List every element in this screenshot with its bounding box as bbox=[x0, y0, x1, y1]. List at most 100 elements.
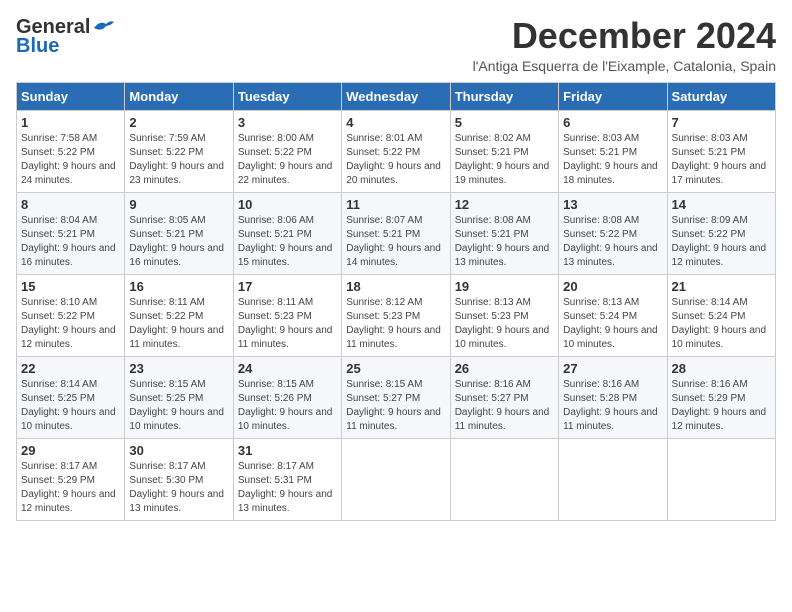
day-info: Sunrise: 8:05 AM Sunset: 5:21 PM Dayligh… bbox=[129, 214, 228, 270]
sunset-label: Sunset: 5:31 PM bbox=[238, 475, 312, 486]
month-title: December 2024 bbox=[473, 16, 776, 56]
day-info: Sunrise: 8:15 AM Sunset: 5:25 PM Dayligh… bbox=[129, 378, 228, 434]
sunrise-label: Sunrise: 8:08 AM bbox=[455, 215, 531, 226]
day-number: 3 bbox=[238, 115, 337, 130]
daylight-label: Daylight: 9 hours and 17 minutes. bbox=[672, 161, 767, 186]
daylight-label: Daylight: 9 hours and 23 minutes. bbox=[129, 161, 224, 186]
table-row: 25 Sunrise: 8:15 AM Sunset: 5:27 PM Dayl… bbox=[342, 356, 450, 438]
day-info: Sunrise: 8:16 AM Sunset: 5:28 PM Dayligh… bbox=[563, 378, 662, 434]
sunset-label: Sunset: 5:22 PM bbox=[672, 229, 746, 240]
title-block: December 2024 l'Antiga Esquerra de l'Eix… bbox=[473, 16, 776, 74]
day-info: Sunrise: 8:03 AM Sunset: 5:21 PM Dayligh… bbox=[563, 132, 662, 188]
day-info: Sunrise: 8:14 AM Sunset: 5:25 PM Dayligh… bbox=[21, 378, 120, 434]
sunrise-label: Sunrise: 8:13 AM bbox=[563, 297, 639, 308]
daylight-label: Daylight: 9 hours and 16 minutes. bbox=[21, 243, 116, 268]
sunset-label: Sunset: 5:22 PM bbox=[21, 311, 95, 322]
daylight-label: Daylight: 9 hours and 10 minutes. bbox=[672, 325, 767, 350]
col-wednesday: Wednesday bbox=[342, 82, 450, 110]
day-number: 19 bbox=[455, 279, 554, 294]
daylight-label: Daylight: 9 hours and 10 minutes. bbox=[238, 407, 333, 432]
sunset-label: Sunset: 5:24 PM bbox=[563, 311, 637, 322]
daylight-label: Daylight: 9 hours and 20 minutes. bbox=[346, 161, 441, 186]
day-number: 5 bbox=[455, 115, 554, 130]
daylight-label: Daylight: 9 hours and 13 minutes. bbox=[563, 243, 658, 268]
calendar-week-row: 22 Sunrise: 8:14 AM Sunset: 5:25 PM Dayl… bbox=[17, 356, 776, 438]
sunset-label: Sunset: 5:29 PM bbox=[21, 475, 95, 486]
table-row: 13 Sunrise: 8:08 AM Sunset: 5:22 PM Dayl… bbox=[559, 192, 667, 274]
table-row: 8 Sunrise: 8:04 AM Sunset: 5:21 PM Dayli… bbox=[17, 192, 125, 274]
calendar-table: Sunday Monday Tuesday Wednesday Thursday… bbox=[16, 82, 776, 521]
day-info: Sunrise: 8:13 AM Sunset: 5:23 PM Dayligh… bbox=[455, 296, 554, 352]
sunset-label: Sunset: 5:21 PM bbox=[455, 229, 529, 240]
day-number: 17 bbox=[238, 279, 337, 294]
calendar-week-row: 1 Sunrise: 7:58 AM Sunset: 5:22 PM Dayli… bbox=[17, 110, 776, 192]
sunset-label: Sunset: 5:21 PM bbox=[672, 147, 746, 158]
sunset-label: Sunset: 5:21 PM bbox=[563, 147, 637, 158]
daylight-label: Daylight: 9 hours and 19 minutes. bbox=[455, 161, 550, 186]
day-info: Sunrise: 8:15 AM Sunset: 5:26 PM Dayligh… bbox=[238, 378, 337, 434]
day-number: 31 bbox=[238, 443, 337, 458]
sunset-label: Sunset: 5:22 PM bbox=[238, 147, 312, 158]
table-row bbox=[450, 438, 558, 520]
sunset-label: Sunset: 5:24 PM bbox=[672, 311, 746, 322]
sunrise-label: Sunrise: 8:08 AM bbox=[563, 215, 639, 226]
sunset-label: Sunset: 5:21 PM bbox=[129, 229, 203, 240]
table-row: 15 Sunrise: 8:10 AM Sunset: 5:22 PM Dayl… bbox=[17, 274, 125, 356]
sunset-label: Sunset: 5:27 PM bbox=[346, 393, 420, 404]
table-row: 21 Sunrise: 8:14 AM Sunset: 5:24 PM Dayl… bbox=[667, 274, 775, 356]
daylight-label: Daylight: 9 hours and 11 minutes. bbox=[238, 325, 333, 350]
sunrise-label: Sunrise: 7:59 AM bbox=[129, 133, 205, 144]
table-row: 17 Sunrise: 8:11 AM Sunset: 5:23 PM Dayl… bbox=[233, 274, 341, 356]
daylight-label: Daylight: 9 hours and 12 minutes. bbox=[672, 243, 767, 268]
day-number: 30 bbox=[129, 443, 228, 458]
day-number: 21 bbox=[672, 279, 771, 294]
day-info: Sunrise: 8:03 AM Sunset: 5:21 PM Dayligh… bbox=[672, 132, 771, 188]
sunrise-label: Sunrise: 8:09 AM bbox=[672, 215, 748, 226]
table-row: 29 Sunrise: 8:17 AM Sunset: 5:29 PM Dayl… bbox=[17, 438, 125, 520]
sunset-label: Sunset: 5:22 PM bbox=[129, 311, 203, 322]
day-info: Sunrise: 8:13 AM Sunset: 5:24 PM Dayligh… bbox=[563, 296, 662, 352]
table-row: 4 Sunrise: 8:01 AM Sunset: 5:22 PM Dayli… bbox=[342, 110, 450, 192]
col-friday: Friday bbox=[559, 82, 667, 110]
sunset-label: Sunset: 5:23 PM bbox=[238, 311, 312, 322]
sunrise-label: Sunrise: 8:11 AM bbox=[129, 297, 204, 308]
day-number: 26 bbox=[455, 361, 554, 376]
day-info: Sunrise: 8:15 AM Sunset: 5:27 PM Dayligh… bbox=[346, 378, 445, 434]
table-row: 31 Sunrise: 8:17 AM Sunset: 5:31 PM Dayl… bbox=[233, 438, 341, 520]
sunrise-label: Sunrise: 8:01 AM bbox=[346, 133, 422, 144]
table-row: 6 Sunrise: 8:03 AM Sunset: 5:21 PM Dayli… bbox=[559, 110, 667, 192]
day-info: Sunrise: 8:16 AM Sunset: 5:29 PM Dayligh… bbox=[672, 378, 771, 434]
day-info: Sunrise: 8:17 AM Sunset: 5:30 PM Dayligh… bbox=[129, 460, 228, 516]
daylight-label: Daylight: 9 hours and 18 minutes. bbox=[563, 161, 658, 186]
calendar-week-row: 29 Sunrise: 8:17 AM Sunset: 5:29 PM Dayl… bbox=[17, 438, 776, 520]
table-row bbox=[667, 438, 775, 520]
sunrise-label: Sunrise: 8:15 AM bbox=[346, 379, 422, 390]
day-info: Sunrise: 8:07 AM Sunset: 5:21 PM Dayligh… bbox=[346, 214, 445, 270]
sunrise-label: Sunrise: 8:10 AM bbox=[21, 297, 97, 308]
sunrise-label: Sunrise: 8:11 AM bbox=[238, 297, 313, 308]
table-row bbox=[559, 438, 667, 520]
table-row: 7 Sunrise: 8:03 AM Sunset: 5:21 PM Dayli… bbox=[667, 110, 775, 192]
sunrise-label: Sunrise: 8:14 AM bbox=[672, 297, 748, 308]
daylight-label: Daylight: 9 hours and 14 minutes. bbox=[346, 243, 441, 268]
sunrise-label: Sunrise: 8:17 AM bbox=[238, 461, 314, 472]
table-row: 2 Sunrise: 7:59 AM Sunset: 5:22 PM Dayli… bbox=[125, 110, 233, 192]
day-info: Sunrise: 8:12 AM Sunset: 5:23 PM Dayligh… bbox=[346, 296, 445, 352]
sunrise-label: Sunrise: 8:12 AM bbox=[346, 297, 422, 308]
day-info: Sunrise: 7:58 AM Sunset: 5:22 PM Dayligh… bbox=[21, 132, 120, 188]
daylight-label: Daylight: 9 hours and 13 minutes. bbox=[129, 489, 224, 514]
day-number: 2 bbox=[129, 115, 228, 130]
table-row: 22 Sunrise: 8:14 AM Sunset: 5:25 PM Dayl… bbox=[17, 356, 125, 438]
sunset-label: Sunset: 5:28 PM bbox=[563, 393, 637, 404]
daylight-label: Daylight: 9 hours and 24 minutes. bbox=[21, 161, 116, 186]
sunrise-label: Sunrise: 8:16 AM bbox=[563, 379, 639, 390]
sunrise-label: Sunrise: 8:03 AM bbox=[672, 133, 748, 144]
table-row: 27 Sunrise: 8:16 AM Sunset: 5:28 PM Dayl… bbox=[559, 356, 667, 438]
sunrise-label: Sunrise: 8:16 AM bbox=[455, 379, 531, 390]
sunset-label: Sunset: 5:23 PM bbox=[346, 311, 420, 322]
logo-blue-text: Blue bbox=[16, 35, 59, 58]
day-info: Sunrise: 8:11 AM Sunset: 5:23 PM Dayligh… bbox=[238, 296, 337, 352]
sunrise-label: Sunrise: 8:16 AM bbox=[672, 379, 748, 390]
table-row: 19 Sunrise: 8:13 AM Sunset: 5:23 PM Dayl… bbox=[450, 274, 558, 356]
day-number: 12 bbox=[455, 197, 554, 212]
